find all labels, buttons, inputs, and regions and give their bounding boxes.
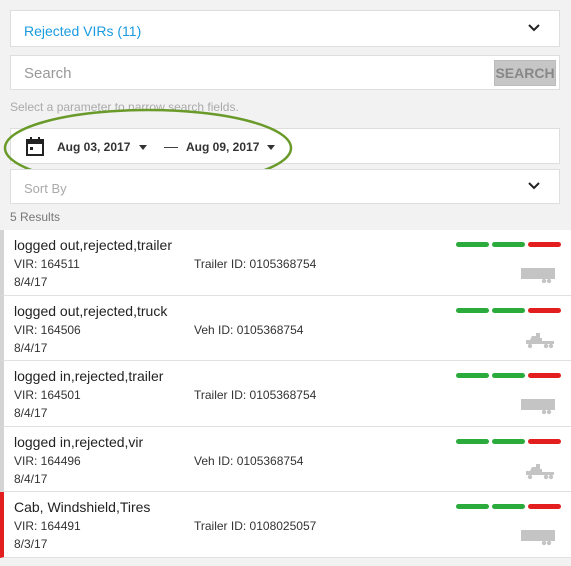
vir-record-list: logged out,rejected,trailer VIR: 164511 Tr… (0, 230, 571, 558)
record-vir: VIR: 164506 (14, 322, 81, 337)
record-date: 8/4/17 (14, 471, 48, 486)
chevron-down-icon (528, 182, 540, 190)
status-segment (528, 373, 561, 378)
status-bar (456, 242, 562, 248)
vir-record-row[interactable]: logged in,rejected,trailer VIR: 164501 Tra… (0, 361, 571, 427)
record-title: logged out,rejected,trailer (14, 237, 172, 253)
sort-placeholder: Sort By (24, 181, 67, 196)
date-range-picker: Aug 03, 2017 — Aug 09, 2017 (10, 128, 560, 164)
record-title: logged out,rejected,truck (14, 302, 168, 319)
trailer-icon (520, 397, 556, 415)
record-vehicle-id: Veh ID: 0105368754 (194, 453, 304, 468)
record-vehicle-id: Trailer ID: 0108025057 (194, 519, 317, 533)
record-vir: VIR: 164496 (14, 453, 81, 468)
status-segment (456, 307, 489, 313)
search-bar: SEARCH (10, 55, 560, 90)
status-segment (492, 504, 525, 509)
vir-record-row[interactable]: logged out,rejected,trailer VIR: 164511 Tr… (0, 230, 571, 296)
truck-icon (520, 332, 556, 350)
search-hint: Select a parameter to narrow search fiel… (10, 100, 239, 114)
record-vehicle-id: Trailer ID: 0105368754 (194, 388, 317, 402)
vir-record-row[interactable]: logged in,rejected,vir VIR: 164496 Veh ID:… (0, 426, 571, 492)
record-vehicle-id: Trailer ID: 0105368754 (194, 257, 317, 271)
record-vir: VIR: 164491 (14, 519, 81, 533)
status-segment (528, 504, 561, 509)
record-title: logged in,rejected,vir (14, 433, 144, 450)
record-date: 8/4/17 (14, 406, 48, 420)
status-segment (492, 242, 525, 247)
record-date: 8/4/17 (14, 275, 48, 289)
status-segment (456, 242, 489, 247)
search-button[interactable]: SEARCH (494, 60, 556, 86)
status-segment (492, 373, 525, 378)
record-date: 8/3/17 (14, 537, 48, 551)
end-date[interactable]: Aug 09, 2017 (186, 140, 259, 154)
vir-record-row[interactable]: logged out,rejected,truck VIR: 164506 Veh … (0, 295, 571, 361)
status-segment (528, 438, 561, 444)
status-segment (456, 504, 489, 509)
status-bar (456, 373, 562, 379)
start-date[interactable]: Aug 03, 2017 (57, 140, 130, 154)
date-separator: — (164, 138, 178, 154)
status-bar (456, 307, 562, 314)
record-vir: VIR: 164511 (14, 257, 80, 271)
chevron-down-icon (528, 24, 540, 32)
record-date: 8/4/17 (14, 340, 48, 355)
trailer-icon (520, 528, 556, 546)
vir-filter-dropdown[interactable]: Rejected VIRs (11) (10, 10, 560, 47)
vir-record-row[interactable]: Cab, Windshield,Tires VIR: 164491 Trailer … (0, 492, 571, 558)
record-title: Cab, Windshield,Tires (14, 499, 151, 515)
sort-dropdown[interactable]: Sort By (10, 169, 560, 204)
record-title: logged in,rejected,trailer (14, 368, 164, 384)
status-segment (492, 307, 525, 313)
status-segment (456, 438, 489, 444)
search-input[interactable] (24, 63, 484, 83)
record-vir: VIR: 164501 (14, 388, 81, 402)
status-bar (456, 504, 562, 510)
status-segment (456, 373, 489, 378)
truck-icon (520, 463, 556, 481)
status-segment (492, 438, 525, 444)
vir-filter-label: Rejected VIRs (11) (24, 23, 142, 39)
end-date-caret-icon[interactable] (267, 145, 275, 150)
status-segment (528, 242, 561, 247)
results-count: 5 Results (10, 210, 61, 224)
trailer-icon (520, 266, 556, 284)
record-vehicle-id: Veh ID: 0105368754 (194, 322, 304, 337)
start-date-caret-icon[interactable] (139, 145, 147, 150)
status-bar (456, 438, 562, 445)
calendar-icon[interactable] (26, 137, 44, 156)
status-segment (528, 307, 561, 313)
